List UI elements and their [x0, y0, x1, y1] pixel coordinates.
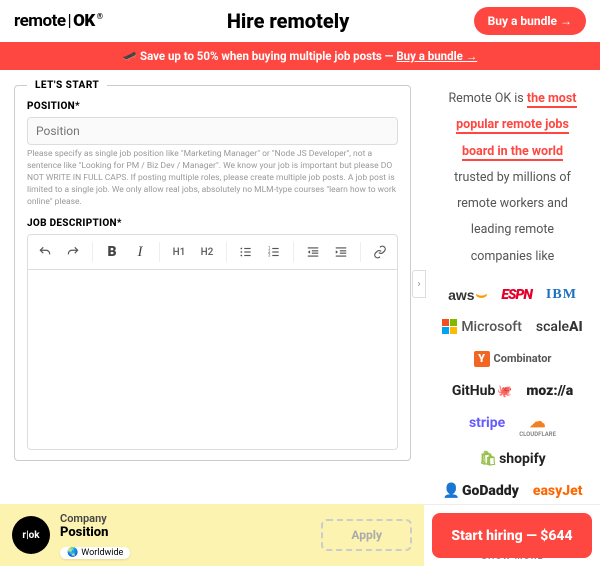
description-label: JOB DESCRIPTION*	[27, 218, 398, 229]
link-icon[interactable]	[367, 239, 393, 265]
undo-icon[interactable]	[32, 239, 58, 265]
logo-mozilla: moz://a	[526, 380, 573, 402]
apply-button[interactable]: Apply	[321, 519, 412, 551]
bottom-bar: r|ok Company Position 🌏Worldwide Apply S…	[0, 504, 600, 566]
page-title: Hire remotely	[227, 9, 350, 33]
preview-avatar: r|ok	[12, 516, 50, 554]
logo-aws: aws⌣	[448, 284, 487, 306]
position-label: POSITION*	[27, 101, 398, 112]
preview-company: Company	[60, 512, 311, 525]
logo-scaleai: scaleAI	[536, 316, 583, 338]
position-hint: Please specify as single job position li…	[27, 149, 398, 208]
preview-location-tag: 🌏Worldwide	[60, 547, 130, 559]
sidebar: Remote OK is the most popular remote job…	[425, 70, 600, 564]
logo-cloudflare: ☁CLOUDFLARE	[519, 412, 556, 438]
banner-link[interactable]: Buy a bundle →	[396, 49, 477, 63]
buy-bundle-button[interactable]: Buy a bundle →	[474, 7, 586, 35]
bullet-list-icon[interactable]	[233, 239, 259, 265]
description-editor[interactable]	[27, 270, 398, 450]
banner-emoji: 🛹	[123, 49, 137, 63]
company-logos: aws⌣ ESPN IBM Microsoft scaleAI YCombina…	[437, 284, 588, 534]
svg-text:3: 3	[268, 253, 271, 258]
ordered-list-icon[interactable]: 123	[261, 239, 287, 265]
job-preview: r|ok Company Position 🌏Worldwide Apply	[0, 504, 424, 566]
h1-button[interactable]: H1	[166, 239, 192, 265]
logo-github: GitHub🐙	[452, 380, 513, 402]
form-legend: LET'S START	[27, 80, 107, 91]
logo-godaddy: 👤GoDaddy	[443, 480, 519, 502]
position-input[interactable]	[27, 117, 398, 145]
bold-icon[interactable]: B	[99, 239, 125, 265]
logo-ibm: IBM	[546, 284, 577, 306]
redo-icon[interactable]	[60, 239, 86, 265]
form-column: LET'S START POSITION* Please specify as …	[0, 70, 425, 564]
indent-icon[interactable]	[328, 239, 354, 265]
outdent-icon[interactable]	[300, 239, 326, 265]
promo-banner: 🛹 Save up to 50% when buying multiple jo…	[0, 42, 600, 70]
h2-button[interactable]: H2	[194, 239, 220, 265]
logo-microsoft: Microsoft	[442, 316, 522, 338]
italic-icon[interactable]: I	[127, 239, 153, 265]
logo-easyjet: easyJet	[533, 480, 583, 502]
sidebar-intro: Remote OK is the most popular remote job…	[437, 86, 588, 270]
logo-stripe: stripe	[469, 412, 505, 434]
banner-text: Save up to 50% when buying multiple job …	[140, 49, 396, 63]
header: remote|OK® Hire remotely Buy a bundle →	[0, 0, 600, 42]
expand-handle[interactable]: ›	[412, 270, 426, 298]
form-fieldset: LET'S START POSITION* Please specify as …	[14, 80, 411, 461]
start-hiring-button[interactable]: Start hiring — $644	[432, 513, 592, 558]
logo-shopify: 🛍shopify	[479, 448, 545, 470]
logo-ycombinator: YCombinator	[474, 348, 552, 370]
editor-toolbar: B I H1 H2 123	[27, 234, 398, 270]
preview-position: Position	[60, 525, 311, 540]
logo-espn: ESPN	[501, 284, 532, 306]
logo[interactable]: remote|OK®	[14, 11, 103, 31]
